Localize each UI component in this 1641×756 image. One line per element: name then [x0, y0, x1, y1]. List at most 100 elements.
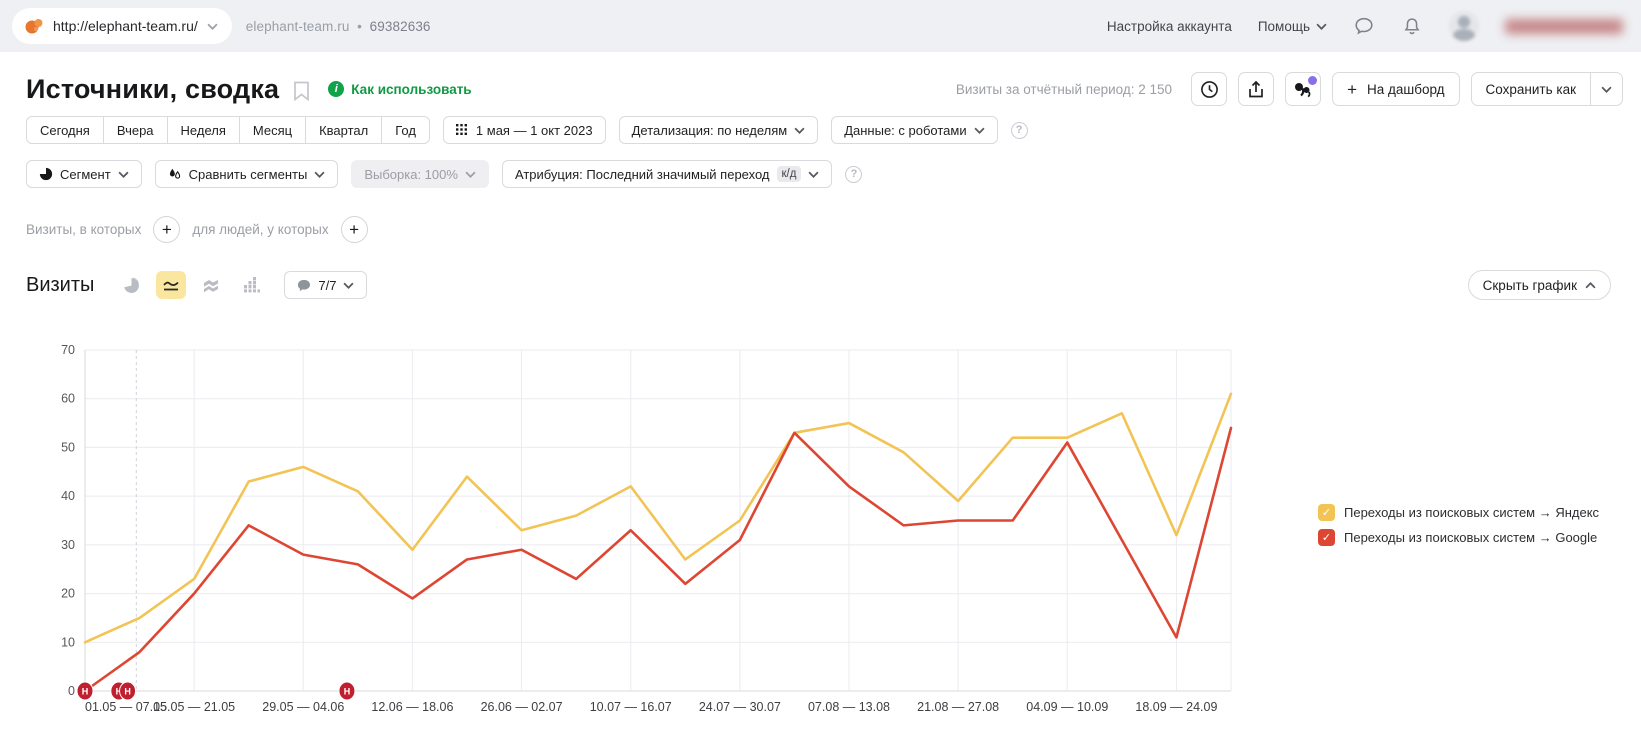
- chevron-up-icon: [1585, 282, 1596, 289]
- metrica-apps-button[interactable]: [1285, 72, 1321, 106]
- visits-line-chart[interactable]: 01020304050607001.05 — 07.0515.05 — 21.0…: [45, 336, 1245, 718]
- add-people-filter-button[interactable]: +: [341, 216, 368, 243]
- site-favicon-icon: [24, 16, 44, 36]
- legend-label: Переходы из поисковых систем → Google: [1344, 530, 1597, 545]
- svg-text:26.06 — 02.07: 26.06 — 02.07: [481, 700, 563, 714]
- line-chart-icon: [162, 277, 180, 293]
- report-page: Источники, сводка i Как использовать Виз…: [0, 52, 1641, 756]
- user-avatar[interactable]: [1449, 11, 1479, 41]
- svg-text:30: 30: [61, 538, 75, 552]
- save-as-button[interactable]: Сохранить как: [1471, 72, 1591, 106]
- detalization-select[interactable]: Детализация: по неделям: [619, 116, 819, 144]
- svg-text:Н: Н: [124, 687, 130, 697]
- visits-filter-label: Визиты, в которых: [26, 222, 141, 237]
- calendar-grid-icon: [456, 124, 469, 137]
- tab-month[interactable]: Месяц: [240, 116, 306, 144]
- svg-text:Н: Н: [82, 687, 89, 697]
- svg-text:24.07 — 30.07: 24.07 — 30.07: [699, 700, 781, 714]
- help-menu[interactable]: Помощь: [1258, 19, 1327, 34]
- save-as-split-button: Сохранить как: [1471, 72, 1623, 106]
- chart-canvas[interactable]: 01020304050607001.05 — 07.0515.05 — 21.0…: [45, 336, 1245, 718]
- svg-text:10.07 — 16.07: 10.07 — 16.07: [590, 700, 672, 714]
- site-selector[interactable]: http://elephant-team.ru/: [12, 8, 232, 44]
- chevron-down-icon: [118, 171, 129, 178]
- sampling-select[interactable]: Выборка: 100%: [351, 160, 489, 188]
- site-meta: elephant-team.ru • 69382636: [246, 19, 431, 34]
- chart-type-area-button[interactable]: [196, 271, 226, 299]
- feedback-chat-icon[interactable]: [1353, 15, 1375, 37]
- counter-id: 69382636: [370, 19, 431, 34]
- data-mode-select[interactable]: Данные: с роботами: [831, 116, 997, 144]
- chevron-down-icon: [314, 171, 325, 178]
- svg-text:12.06 — 18.06: 12.06 — 18.06: [371, 700, 453, 714]
- svg-text:10: 10: [61, 635, 75, 649]
- legend-checkbox-icon[interactable]: ✓: [1318, 529, 1335, 546]
- segment-button[interactable]: Сегмент: [26, 160, 142, 188]
- chevron-down-icon: [1601, 86, 1612, 93]
- comment-bubble-icon: [297, 279, 311, 292]
- date-range-picker[interactable]: 1 мая — 1 окт 2023: [443, 116, 606, 144]
- svg-text:50: 50: [61, 440, 75, 454]
- chevron-down-icon: [974, 127, 985, 134]
- segment-pie-icon: [39, 167, 53, 181]
- svg-text:21.08 — 27.08: 21.08 — 27.08: [917, 700, 999, 714]
- help-question-icon[interactable]: ?: [1011, 122, 1028, 139]
- plus-icon: +: [1347, 81, 1357, 98]
- svg-text:20: 20: [61, 587, 75, 601]
- add-to-dashboard-button[interactable]: + На дашборд: [1332, 72, 1459, 106]
- chart-type-line-button[interactable]: [156, 271, 186, 299]
- chevron-down-icon: [1316, 23, 1327, 30]
- tab-week[interactable]: Неделя: [168, 116, 240, 144]
- add-visit-filter-button[interactable]: +: [153, 216, 180, 243]
- hide-chart-button[interactable]: Скрыть график: [1468, 270, 1611, 300]
- legend-label: Переходы из поисковых систем → Яндекс: [1344, 505, 1599, 520]
- chevron-down-icon: [465, 171, 476, 178]
- chart-type-columns-button[interactable]: [236, 271, 266, 299]
- site-domain: elephant-team.ru: [246, 19, 350, 34]
- period-tabs: Сегодня Вчера Неделя Месяц Квартал Год: [26, 116, 430, 144]
- svg-text:60: 60: [61, 392, 75, 406]
- save-as-dropdown-button[interactable]: [1591, 72, 1623, 106]
- chevron-down-icon: [794, 127, 805, 134]
- clock-icon: [1200, 80, 1219, 99]
- how-to-use-link[interactable]: i Как использовать: [328, 81, 471, 97]
- chevron-down-icon: [207, 23, 218, 30]
- info-icon: i: [328, 81, 344, 97]
- attribution-select[interactable]: Атрибуция: Последний значимый переход к/…: [502, 160, 833, 188]
- compare-segments-button[interactable]: Сравнить сегменты: [155, 160, 339, 188]
- legend-item[interactable]: ✓ Переходы из поисковых систем → Яндекс: [1318, 504, 1599, 521]
- account-settings-link[interactable]: Настройка аккаунта: [1107, 19, 1232, 34]
- people-filter-label: для людей, у которых: [192, 222, 328, 237]
- tab-today[interactable]: Сегодня: [26, 116, 104, 144]
- history-clock-button[interactable]: [1191, 72, 1227, 106]
- goals-counter-button[interactable]: 7/7: [284, 271, 367, 299]
- compare-segments-icon: [168, 167, 182, 181]
- columns-chart-icon: [243, 277, 260, 293]
- top-header-bar: http://elephant-team.ru/ elephant-team.r…: [0, 0, 1641, 52]
- legend-checkbox-icon[interactable]: ✓: [1318, 504, 1335, 521]
- export-button[interactable]: [1238, 72, 1274, 106]
- notification-dot: [1308, 76, 1317, 85]
- svg-text:40: 40: [61, 489, 75, 503]
- svg-text:18.09 — 24.09: 18.09 — 24.09: [1135, 700, 1217, 714]
- svg-text:07.08 — 13.08: 07.08 — 13.08: [808, 700, 890, 714]
- help-question-icon[interactable]: ?: [845, 166, 862, 183]
- pie-chart-icon: [123, 277, 140, 294]
- chart-type-pie-button[interactable]: [116, 271, 146, 299]
- notifications-bell-icon[interactable]: [1401, 15, 1423, 37]
- legend-item[interactable]: ✓ Переходы из поисковых систем → Google: [1318, 529, 1599, 546]
- bookmark-icon[interactable]: [293, 81, 310, 101]
- chart-legend: ✓ Переходы из поисковых систем → Яндекс ✓ П…: [1318, 504, 1599, 546]
- chevron-down-icon: [808, 171, 819, 178]
- metric-title: Визиты: [26, 274, 94, 297]
- user-name-redacted: [1505, 19, 1623, 34]
- svg-text:70: 70: [61, 343, 75, 357]
- tab-yesterday[interactable]: Вчера: [104, 116, 168, 144]
- svg-text:29.05 — 04.06: 29.05 — 04.06: [262, 700, 344, 714]
- tab-year[interactable]: Год: [382, 116, 430, 144]
- svg-text:0: 0: [68, 684, 75, 698]
- svg-text:15.05 — 21.05: 15.05 — 21.05: [153, 700, 235, 714]
- svg-text:Н: Н: [344, 687, 351, 697]
- svg-text:04.09 — 10.09: 04.09 — 10.09: [1026, 700, 1108, 714]
- tab-quarter[interactable]: Квартал: [306, 116, 382, 144]
